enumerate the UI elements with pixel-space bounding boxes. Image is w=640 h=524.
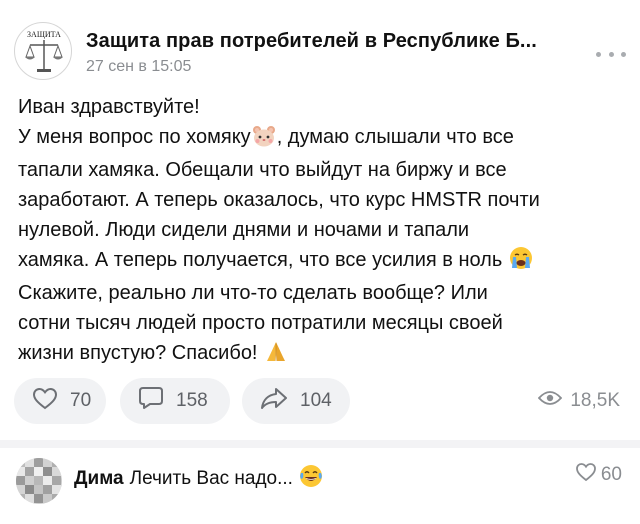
- comment-button[interactable]: 158: [120, 378, 230, 424]
- views-counter: 18,5K: [538, 390, 620, 412]
- crying-face-emoji-icon: [509, 246, 533, 280]
- post-line-9: жизни впустую? Спасибо!: [18, 339, 630, 373]
- avatar-logo-text: ЗАЩИТА: [27, 30, 61, 39]
- post-line-6: хамяка. А теперь получается, что все уси…: [18, 246, 630, 280]
- post-line-2b: , думаю слышали что все: [276, 125, 514, 148]
- post-line-8: сотни тысяч людей просто потратили месяц…: [18, 311, 503, 334]
- comment-like-button[interactable]: 60: [575, 462, 622, 488]
- post-line-2: У меня вопрос по хомяку , думаю слышали ч…: [18, 123, 630, 157]
- post-line-5: нулевой. Люди сидели днями и ночами и та…: [18, 218, 470, 241]
- share-button[interactable]: 104: [242, 378, 350, 424]
- like-button[interactable]: 70: [14, 378, 106, 424]
- share-count: 104: [300, 390, 332, 411]
- post-line-7: Скажите, реально ли что-то сделать вообщ…: [18, 282, 488, 305]
- comment-count: 158: [176, 390, 208, 411]
- comment-icon: [138, 386, 164, 416]
- heart-icon: [32, 387, 58, 416]
- commenter-avatar[interactable]: [16, 458, 62, 504]
- eye-icon: [538, 390, 563, 412]
- section-divider: [0, 440, 640, 448]
- face-with-tears-of-joy-icon: [299, 464, 323, 494]
- post-line-2a: У меня вопрос по хомяку: [18, 125, 251, 148]
- views-count: 18,5K: [570, 390, 620, 411]
- folded-hands-emoji-icon: [264, 339, 288, 373]
- comment-item: Дима Лечить Вас надо... 60: [0, 448, 640, 524]
- comment-author[interactable]: Дима: [74, 468, 124, 489]
- community-name[interactable]: Защита прав потребителей в Республике Б.…: [86, 30, 537, 53]
- post-line-3: тапали хамяка. Обещали что выйдут на бир…: [18, 159, 507, 182]
- like-count: 70: [70, 390, 92, 411]
- share-arrow-icon: [260, 387, 288, 415]
- more-dots-icon[interactable]: [596, 46, 626, 62]
- comment-text: Лечить Вас надо...: [129, 468, 293, 489]
- post-line-9a: жизни впустую? Спасибо!: [18, 341, 258, 364]
- community-avatar[interactable]: ЗАЩИТА: [14, 22, 72, 80]
- heart-outline-icon: [575, 462, 597, 488]
- post-header: ЗАЩИТА Защита прав потребителей в Респуб…: [0, 0, 640, 90]
- post-line-1: Иван здравствуйте!: [18, 96, 200, 118]
- comment-body: Дима Лечить Вас надо...: [74, 464, 324, 494]
- scales-logo: ЗАЩИТА: [25, 30, 63, 72]
- post-text: Иван здравствуйте! У меня вопрос по хомя…: [18, 93, 630, 372]
- post-line-6a: хамяка. А теперь получается, что все уси…: [18, 248, 503, 271]
- comment-like-count: 60: [600, 464, 622, 485]
- post-date[interactable]: 27 сен в 15:05: [86, 58, 191, 76]
- post-actions-bar: 70 158 104 18,5K: [0, 378, 640, 426]
- hamster-emoji-icon: [252, 125, 276, 157]
- post-line-4: заработают. А теперь оказалось, что курс…: [18, 189, 540, 212]
